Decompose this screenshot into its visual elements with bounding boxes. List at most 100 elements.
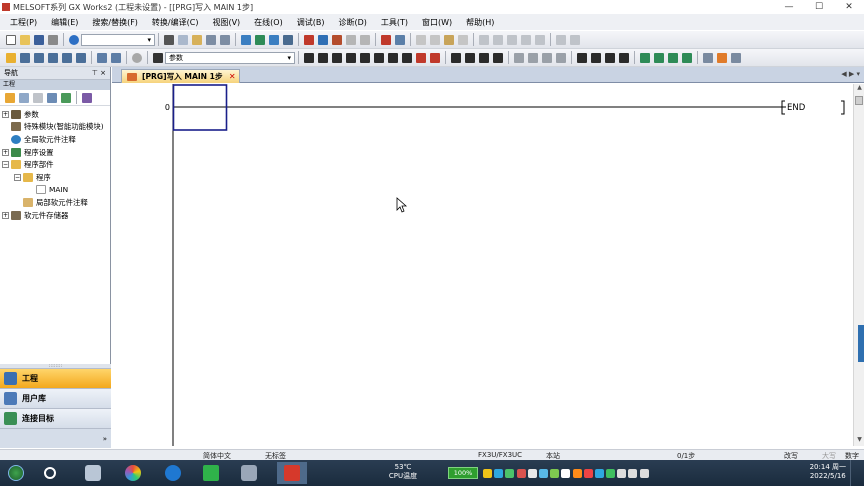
element-list-icon[interactable] (20, 52, 30, 63)
start-button[interactable] (3, 462, 29, 484)
open-project-icon[interactable] (20, 34, 30, 45)
coil-icon[interactable] (360, 52, 370, 63)
tree-item-program[interactable]: − 程序 (0, 171, 110, 184)
navigation-pin-close[interactable]: ⊤ × (92, 69, 106, 77)
tray-icon[interactable] (516, 468, 526, 478)
scroll-down-icon[interactable]: ▼ (854, 436, 864, 446)
grid-e-icon[interactable] (535, 34, 545, 45)
open-contact-icon[interactable] (304, 52, 314, 63)
rising-pulse-icon[interactable] (451, 52, 461, 63)
tab-main-program[interactable]: [PRG]写入 MAIN 1步 ✕ (121, 69, 240, 83)
taskbar-search[interactable] (37, 462, 63, 484)
tray-icon[interactable] (561, 468, 571, 478)
monitor-stop-icon[interactable] (360, 34, 370, 45)
redo-icon[interactable] (220, 34, 230, 45)
volume-icon[interactable] (628, 468, 638, 478)
grid-d-icon[interactable] (521, 34, 531, 45)
menu-project[interactable]: 工程(P) (10, 17, 37, 28)
ladder-canvas[interactable]: 0 END (114, 84, 852, 446)
device-batch-icon[interactable] (416, 34, 426, 45)
read-mode-icon[interactable] (640, 52, 650, 63)
tree-item-program-setting[interactable]: + 程序设置 (0, 146, 110, 159)
monitor-start-icon[interactable] (346, 34, 356, 45)
menu-find-replace[interactable]: 搜索/替换(F) (92, 17, 138, 28)
horizontal-line-icon[interactable] (388, 52, 398, 63)
tree-item-local-comment[interactable]: 局部软元件注释 (0, 196, 110, 209)
maximize-button[interactable]: ☐ (804, 0, 834, 14)
menu-window[interactable]: 窗口(W) (422, 17, 452, 28)
tab-navigation-arrows[interactable]: ◀ ▶ ▾ (841, 70, 860, 78)
zoom-icon[interactable] (731, 52, 741, 63)
taskbar-app-1[interactable] (80, 462, 106, 484)
device-test-icon[interactable] (430, 34, 440, 45)
write-mode-icon[interactable] (654, 52, 664, 63)
tray-icon[interactable] (594, 468, 604, 478)
wifi-icon[interactable] (617, 468, 627, 478)
taskbar-app-4[interactable] (198, 462, 224, 484)
ladder-editor[interactable]: 0 END (114, 84, 852, 446)
clock-icon[interactable] (132, 52, 142, 63)
navigation-option-icon[interactable] (82, 92, 92, 103)
open-data-icon[interactable] (19, 92, 29, 103)
scroll-thumb[interactable] (855, 96, 863, 105)
tree-item-parameters[interactable]: + 参数 (0, 108, 110, 121)
line-input-icon[interactable] (542, 52, 552, 63)
tray-icon[interactable] (583, 468, 593, 478)
sfc-icon[interactable] (619, 52, 629, 63)
nav-button-project[interactable]: 工程 (0, 368, 111, 388)
taskbar-app-5[interactable] (236, 462, 262, 484)
menu-edit[interactable]: 编辑(E) (51, 17, 78, 28)
tray-icon[interactable] (538, 468, 548, 478)
menu-online[interactable]: 在线(O) (254, 17, 283, 28)
menu-view[interactable]: 视图(V) (212, 17, 240, 28)
tray-icon[interactable] (483, 468, 492, 478)
tray-icon[interactable] (606, 468, 616, 478)
taskbar-gxworks[interactable] (277, 462, 307, 484)
delete-horizontal-icon[interactable] (416, 52, 426, 63)
verify-icon[interactable] (332, 34, 342, 45)
cross-reference-icon[interactable] (48, 52, 58, 63)
ladder-mode-icon[interactable] (577, 52, 587, 63)
expand-icon[interactable]: + (2, 148, 9, 156)
watch-icon[interactable] (458, 34, 468, 45)
line-delete-icon[interactable] (556, 52, 566, 63)
convert-icon[interactable] (241, 34, 251, 45)
comment-icon[interactable] (97, 52, 107, 63)
expand-icon[interactable]: + (2, 110, 9, 118)
tree-item-device-memory[interactable]: + 软元件存储器 (0, 209, 110, 222)
active-edit-icon[interactable] (717, 52, 727, 63)
save-icon[interactable] (34, 34, 44, 45)
device-list-icon[interactable] (62, 52, 72, 63)
toolbar-combo[interactable]: ▾ (81, 33, 155, 46)
monitor-mode-icon[interactable] (668, 52, 678, 63)
menu-convert-compile[interactable]: 转换/编译(C) (152, 17, 199, 28)
print-icon[interactable] (48, 34, 58, 45)
undo-icon[interactable] (206, 34, 216, 45)
zoom-in-icon[interactable] (556, 34, 566, 45)
monitor-write-icon[interactable] (682, 52, 692, 63)
tree-item-main[interactable]: MAIN (0, 184, 110, 197)
falling-pulse-icon[interactable] (465, 52, 475, 63)
parameter-combo[interactable]: 参数 ▾ (165, 51, 295, 64)
property-icon[interactable] (47, 92, 57, 103)
navigation-icon[interactable] (6, 52, 16, 63)
system-clock[interactable]: 20:14 周一 2022/5/16 (810, 463, 846, 481)
delete-vertical-icon[interactable] (430, 52, 440, 63)
inline-icon[interactable] (591, 52, 601, 63)
closed-contact-icon[interactable] (318, 52, 328, 63)
list-mode-icon[interactable] (605, 52, 615, 63)
simulation-stop-icon[interactable] (395, 34, 405, 45)
menu-tool[interactable]: 工具(T) (381, 17, 408, 28)
collapse-icon[interactable]: − (14, 173, 21, 181)
grid-a-icon[interactable] (479, 34, 489, 45)
copy-icon[interactable] (178, 34, 188, 45)
new-project-icon[interactable] (6, 34, 16, 45)
buffer-memory-icon[interactable] (444, 34, 454, 45)
tab-close-icon[interactable]: ✕ (229, 70, 236, 83)
tray-icon[interactable] (550, 468, 560, 478)
invert-icon[interactable] (528, 52, 538, 63)
help-icon[interactable] (69, 34, 79, 45)
grid-c-icon[interactable] (507, 34, 517, 45)
closed-branch-icon[interactable] (346, 52, 356, 63)
scroll-up-icon[interactable]: ▲ (854, 84, 864, 94)
